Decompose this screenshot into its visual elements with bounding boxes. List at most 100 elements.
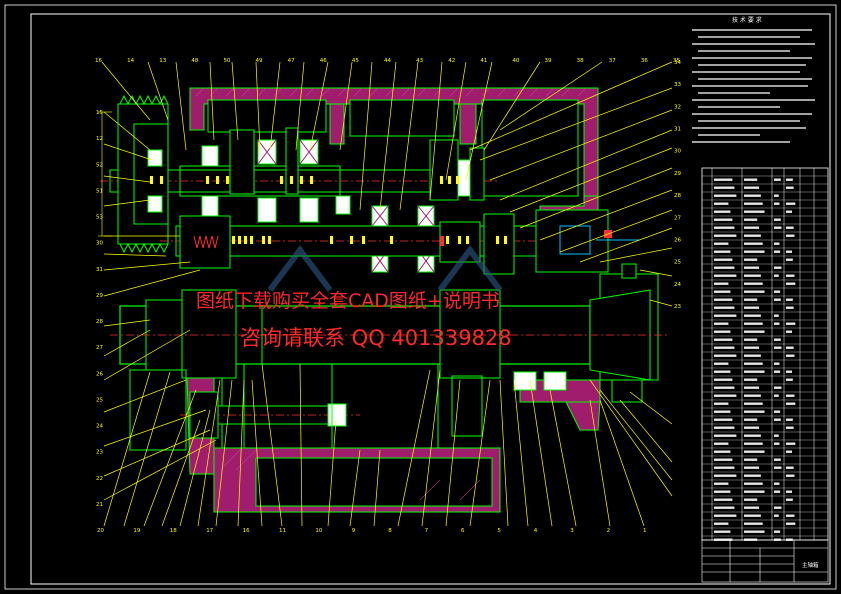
- balloon-number: 19: [133, 528, 140, 534]
- table-cell-text: [744, 466, 760, 469]
- balloons-left: 15 12 52 51 53 30 31 29 28 27 26 25 24 23 22 21: [96, 110, 103, 508]
- table-cell-text: [786, 346, 794, 349]
- table-cell-text: [744, 314, 761, 317]
- table-cell-text: [714, 498, 733, 501]
- table-cell-text: [714, 506, 735, 509]
- table-cell-text: [744, 482, 763, 485]
- balloons-bottom: 20 19 18 17 16 11 10 9 8 7 6 5 4 3 2 1: [97, 528, 647, 534]
- balloon-number: 23: [96, 450, 103, 456]
- balloon-number: 27: [674, 215, 681, 221]
- balloon-number: 13: [159, 58, 166, 64]
- balloon-number: 36: [641, 58, 648, 64]
- table-cell-text: [786, 394, 795, 397]
- table-cell-text: [744, 410, 765, 413]
- balloon-number: 34: [674, 60, 681, 66]
- balloon-number: 14: [127, 58, 134, 64]
- balloon-number: 26: [674, 237, 681, 243]
- table-cell-text: [744, 266, 760, 269]
- table-cell-text: [774, 490, 781, 493]
- cad-drawing-sheet: 16 14 13 48 50 49 47 46 45 44 43 42 41 40 39 38 37 36 35 1…: [4, 4, 837, 590]
- table-cell-text: [744, 402, 763, 405]
- balloon-number: 45: [352, 58, 359, 64]
- balloon-number: 30: [674, 149, 681, 155]
- table-cell-text: [774, 194, 779, 197]
- balloon-number: 2: [607, 528, 611, 534]
- balloon-number: 21: [96, 502, 103, 508]
- table-cell-text: [714, 450, 731, 453]
- table-cell-text: [744, 386, 760, 389]
- balloon-number: 25: [674, 260, 681, 266]
- balloon-number: 24: [674, 282, 681, 288]
- table-cell-text: [786, 298, 793, 301]
- table-cell-text: [744, 322, 763, 325]
- table-cell-text: [744, 370, 765, 373]
- table-cell-text: [774, 466, 782, 469]
- table-cell-text: [714, 474, 737, 477]
- belt-pulley: [117, 94, 169, 254]
- table-cell-text: [714, 458, 733, 461]
- table-cell-text: [786, 274, 795, 277]
- table-cell-text: [786, 426, 794, 429]
- table-cell-text: [714, 234, 737, 237]
- table-cell-text: [714, 194, 737, 197]
- balloon-number: 10: [315, 528, 322, 534]
- table-cell-text: [744, 274, 761, 277]
- table-cell-text: [774, 226, 782, 229]
- table-cell-text: [774, 274, 779, 277]
- table-cell-text: [744, 210, 765, 213]
- table-cell-text: [714, 298, 733, 301]
- table-cell-text: [714, 434, 737, 437]
- table-cell-text: [774, 250, 781, 253]
- table-cell-text: [714, 226, 735, 229]
- table-cell-text: [714, 250, 731, 253]
- table-cell-text: [774, 266, 782, 269]
- balloon-number: 47: [288, 58, 295, 64]
- table-cell-text: [714, 338, 733, 341]
- balloon-number: 46: [320, 58, 327, 64]
- balloon-number: 52: [96, 162, 103, 168]
- table-cell-text: [744, 498, 758, 501]
- balloon-number: 38: [577, 58, 584, 64]
- table-cell-text: [786, 330, 792, 333]
- table-cell-text: [774, 362, 780, 365]
- table-cell-text: [786, 514, 795, 517]
- table-cell-text: [744, 330, 765, 333]
- table-cell-text: [774, 218, 781, 221]
- table-cell-text: [786, 250, 792, 253]
- title-block: [701, 539, 829, 583]
- table-cell-text: [714, 218, 733, 221]
- balloon-number: 22: [96, 476, 103, 482]
- table-cell-text: [744, 290, 765, 293]
- table-cell-text: [714, 282, 729, 285]
- balloon-number: 29: [96, 293, 103, 299]
- table-cell-text: [714, 466, 735, 469]
- balloon-number: 50: [223, 58, 230, 64]
- table-cell-text: [744, 458, 758, 461]
- table-cell-text: [744, 474, 761, 477]
- balloon-number: 16: [95, 58, 102, 64]
- table-cell-text: [786, 210, 792, 213]
- table-cell-text: [744, 490, 765, 493]
- table-cell-text: [744, 250, 765, 253]
- balloon-number: 20: [97, 528, 104, 534]
- balloon-number: 12: [96, 136, 103, 142]
- balloon-number: 27: [96, 345, 103, 351]
- balloon-number: 26: [96, 371, 103, 377]
- table-cell-text: [714, 362, 729, 365]
- table-cell-text: [744, 522, 763, 525]
- balloon-number: 51: [96, 188, 103, 194]
- table-cell-text: [714, 522, 729, 525]
- balloon-number: 40: [512, 58, 519, 64]
- table-cell-text: [744, 218, 758, 221]
- balloon-number: 9: [352, 528, 356, 534]
- balloon-number: 43: [416, 58, 423, 64]
- table-cell-text: [744, 346, 760, 349]
- table-cell-text: [774, 338, 781, 341]
- balloon-number: 5: [497, 528, 501, 534]
- table-cell-text: [786, 522, 796, 525]
- table-cell-text: [744, 298, 758, 301]
- table-cell-text: [714, 274, 737, 277]
- table-cell-text: [774, 242, 780, 245]
- balloon-number: 41: [480, 58, 487, 64]
- table-cell-text: [714, 354, 737, 357]
